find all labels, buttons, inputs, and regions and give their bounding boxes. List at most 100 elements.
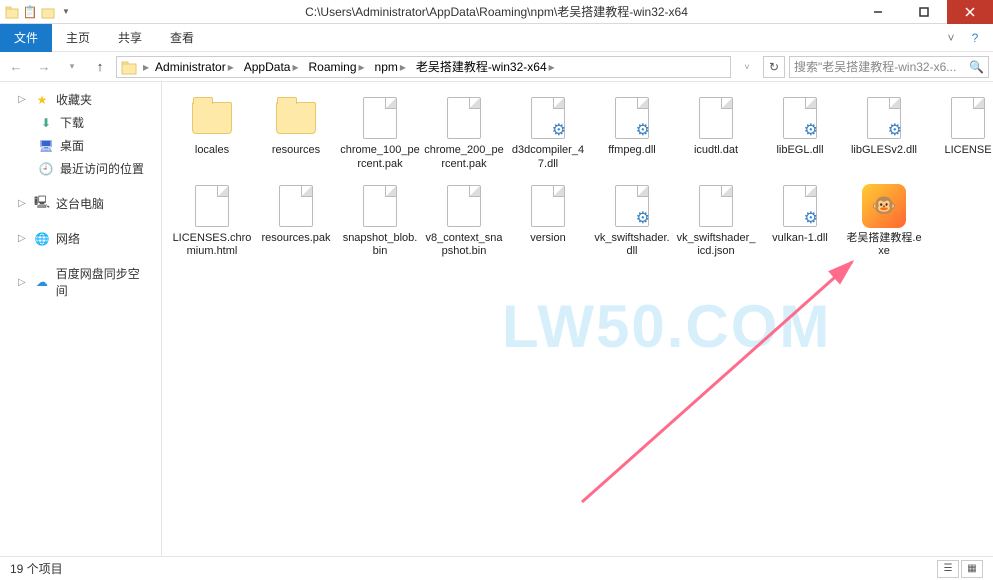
- file-icon: [692, 94, 740, 142]
- network-icon: 🌐: [34, 231, 50, 247]
- annotation-arrow: [562, 252, 882, 522]
- folder-icon: [188, 94, 236, 142]
- file-icon: [440, 182, 488, 230]
- file-icon: [440, 94, 488, 142]
- qat-newfolder-icon[interactable]: [40, 4, 56, 20]
- breadcrumb-seg[interactable]: AppData▸: [240, 60, 305, 74]
- dll-gear-icon: [524, 94, 572, 142]
- file-label: locales: [195, 144, 229, 158]
- file-item[interactable]: locales: [172, 94, 252, 172]
- file-item[interactable]: resources: [256, 94, 336, 172]
- file-label: snapshot_blob.bin: [340, 232, 420, 260]
- refresh-button[interactable]: ↻: [763, 56, 785, 78]
- file-item[interactable]: d3dcompiler_47.dll: [508, 94, 588, 172]
- breadcrumb-folder-icon: [121, 59, 137, 75]
- breadcrumb-seg[interactable]: Administrator▸: [151, 60, 240, 74]
- breadcrumb-dropdown-button[interactable]: ˅: [735, 55, 759, 79]
- file-item[interactable]: resources.pak: [256, 182, 336, 260]
- file-view[interactable]: LW50.COM localesresourceschrome_100_perc…: [162, 82, 993, 556]
- file-item[interactable]: v8_context_snapshot.bin: [424, 182, 504, 260]
- tab-home[interactable]: 主页: [52, 24, 104, 52]
- recent-locations-button[interactable]: ▾: [60, 55, 84, 79]
- view-icons-button[interactable]: ▦: [961, 560, 983, 578]
- search-placeholder: 搜索"老吴搭建教程-win32-x6...: [794, 58, 969, 75]
- file-item[interactable]: LICENSE: [928, 94, 993, 172]
- search-input[interactable]: 搜索"老吴搭建教程-win32-x6... 🔍: [789, 56, 989, 78]
- sidebar-baidu[interactable]: ▷ ☁ 百度网盘同步空间: [0, 262, 161, 302]
- file-item[interactable]: vk_swiftshader_icd.json: [676, 182, 756, 260]
- dll-gear-icon: [776, 94, 824, 142]
- file-label: LICENSES.chromium.html: [172, 232, 252, 260]
- close-button[interactable]: [947, 0, 993, 24]
- file-icon: [944, 94, 992, 142]
- file-item[interactable]: ffmpeg.dll: [592, 94, 672, 172]
- file-icon: [692, 182, 740, 230]
- file-label: resources: [272, 144, 320, 158]
- file-label: chrome_200_percent.pak: [424, 144, 504, 172]
- sidebar-computer[interactable]: ▷ 🖳 这台电脑: [0, 192, 161, 215]
- folder-icon: [272, 94, 320, 142]
- chevron-right-icon: ▷: [18, 277, 28, 288]
- chevron-right-icon: ▷: [18, 233, 28, 244]
- file-item[interactable]: snapshot_blob.bin: [340, 182, 420, 260]
- file-icon: [524, 182, 572, 230]
- file-item[interactable]: chrome_200_percent.pak: [424, 94, 504, 172]
- help-icon[interactable]: ?: [965, 28, 985, 48]
- dll-gear-icon: [860, 94, 908, 142]
- breadcrumb-seg[interactable]: 老吴搭建教程-win32-x64▸: [412, 58, 561, 75]
- ribbon: 文件 主页 共享 查看 ˅ ?: [0, 24, 993, 52]
- sidebar-favorites[interactable]: ▷ ★ 收藏夹: [0, 88, 161, 111]
- sidebar-network[interactable]: ▷ 🌐 网络: [0, 227, 161, 250]
- tab-view[interactable]: 查看: [156, 24, 208, 52]
- file-label: chrome_100_percent.pak: [340, 144, 420, 172]
- qat-dropdown-icon[interactable]: ▼: [58, 4, 74, 20]
- tab-file[interactable]: 文件: [0, 24, 52, 52]
- file-item[interactable]: vk_swiftshader.dll: [592, 182, 672, 260]
- dll-gear-icon: [776, 182, 824, 230]
- ribbon-expand-icon[interactable]: ˅: [941, 28, 961, 48]
- file-label: libGLESv2.dll: [851, 144, 917, 158]
- file-label: resources.pak: [261, 232, 330, 246]
- breadcrumb[interactable]: ▸ Administrator▸ AppData▸ Roaming▸ npm▸ …: [116, 56, 731, 78]
- file-item[interactable]: libEGL.dll: [760, 94, 840, 172]
- forward-button[interactable]: →: [32, 55, 56, 79]
- minimize-button[interactable]: [855, 0, 901, 24]
- file-item[interactable]: chrome_100_percent.pak: [340, 94, 420, 172]
- search-icon: 🔍: [969, 60, 984, 74]
- app-icon: [4, 4, 20, 20]
- file-label: ffmpeg.dll: [608, 144, 656, 158]
- dll-gear-icon: [608, 182, 656, 230]
- chevron-right-icon: ▷: [18, 198, 28, 209]
- file-icon: [272, 182, 320, 230]
- star-icon: ★: [34, 92, 50, 108]
- tab-share[interactable]: 共享: [104, 24, 156, 52]
- breadcrumb-seg[interactable]: npm▸: [371, 60, 412, 74]
- sidebar-item-desktop[interactable]: 🖥 桌面: [0, 134, 161, 157]
- file-item[interactable]: 🐵老吴搭建教程.exe: [844, 182, 924, 260]
- maximize-button[interactable]: [901, 0, 947, 24]
- chevron-right-icon: ▷: [18, 94, 28, 105]
- desktop-icon: 🖥: [38, 138, 54, 154]
- file-item[interactable]: icudtl.dat: [676, 94, 756, 172]
- sidebar-item-downloads[interactable]: ⬇ 下载: [0, 111, 161, 134]
- titlebar: 📋 ▼ C:\Users\Administrator\AppData\Roami…: [0, 0, 993, 24]
- file-icon: [188, 182, 236, 230]
- chevron-right-icon[interactable]: ▸: [141, 60, 151, 74]
- view-details-button[interactable]: ☰: [937, 560, 959, 578]
- dll-gear-icon: [608, 94, 656, 142]
- window-title: C:\Users\Administrator\AppData\Roaming\n…: [305, 3, 688, 20]
- file-item[interactable]: libGLESv2.dll: [844, 94, 924, 172]
- qat-properties-icon[interactable]: 📋: [22, 4, 38, 20]
- back-button[interactable]: ←: [4, 55, 28, 79]
- file-icon: [356, 94, 404, 142]
- file-item[interactable]: LICENSES.chromium.html: [172, 182, 252, 260]
- file-item[interactable]: vulkan-1.dll: [760, 182, 840, 260]
- sidebar: ▷ ★ 收藏夹 ⬇ 下载 🖥 桌面 🕘 最近访问的位置 ▷ 🖳 这台电脑: [0, 82, 162, 556]
- status-bar: 19 个项目 ☰ ▦: [0, 556, 993, 580]
- file-item[interactable]: version: [508, 182, 588, 260]
- up-button[interactable]: ↑: [88, 55, 112, 79]
- breadcrumb-seg[interactable]: Roaming▸: [304, 60, 370, 74]
- computer-icon: 🖳: [34, 196, 50, 212]
- sidebar-item-recent[interactable]: 🕘 最近访问的位置: [0, 157, 161, 180]
- exe-icon: 🐵: [860, 182, 908, 230]
